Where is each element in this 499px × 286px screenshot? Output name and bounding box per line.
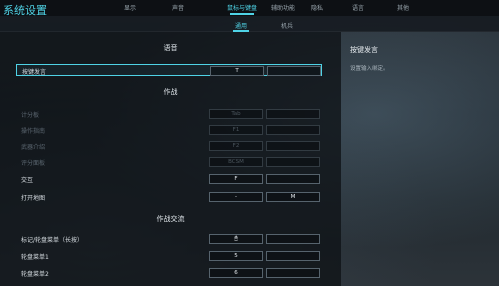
primary-key-button: BCSM [209, 157, 263, 167]
primary-key-button[interactable]: 6 [209, 268, 263, 278]
secondary-key-button [266, 157, 320, 167]
secondary-key-button [266, 125, 320, 135]
primary-key-button[interactable]: T [210, 66, 264, 76]
nav-tab-language[interactable]: 语言 [352, 3, 364, 12]
keybind-row-open-map[interactable]: 打开地图 - M [16, 191, 322, 203]
subtab-mech[interactable]: 机兵 [281, 21, 293, 30]
keybind-row-mark-wheel[interactable]: 标记/轮盘菜单（长按） 🖱 [16, 233, 322, 245]
keybinding-panel: 语音 按键发言 T 作战 计分板 Tab 操作指南 F1 武器介绍 F2 评分面… [0, 32, 341, 286]
top-bar: 系统设置 显示 声音 鼠标与键盘 辅助功能 隐私 语言 其他 [0, 0, 499, 17]
section-title-combat-comm: 作战交流 [156, 215, 185, 223]
subtab-general[interactable]: 通用 [235, 21, 247, 30]
row-label: 按键发言 [22, 69, 47, 76]
nav-tab-accessibility[interactable]: 辅助功能 [271, 3, 295, 12]
row-label: 操作指南 [21, 128, 46, 135]
section-title-voice: 语音 [163, 44, 178, 52]
secondary-key-button[interactable]: M [266, 192, 320, 202]
keybind-row-push-to-talk[interactable]: 按键发言 T [16, 64, 322, 76]
keybind-row-weapon-info: 武器介绍 F2 [16, 140, 322, 152]
secondary-key-button[interactable] [266, 234, 320, 244]
keybind-row-guide: 操作指南 F1 [16, 124, 322, 136]
keybind-row-scoreboard: 计分板 Tab [16, 108, 322, 120]
row-label: 交互 [21, 177, 34, 184]
row-label: 轮盘菜单1 [21, 254, 49, 261]
primary-key-button: F1 [209, 125, 263, 135]
primary-key-button[interactable]: 5 [209, 251, 263, 261]
primary-key-button: Tab [209, 109, 263, 119]
nav-active-indicator [230, 13, 254, 15]
info-title: 按键发言 [350, 46, 378, 54]
keybind-row-interact[interactable]: 交互 F [16, 173, 322, 185]
info-panel: 按键发言 设置输入绑定。 [343, 40, 499, 286]
nav-tab-mouse-keyboard[interactable]: 鼠标与键盘 [227, 3, 257, 12]
secondary-key-button[interactable] [266, 251, 320, 261]
keybind-row-wheel-menu-2[interactable]: 轮盘菜单2 6 [16, 267, 322, 279]
row-label: 打开地图 [21, 195, 46, 202]
secondary-key-button[interactable] [266, 174, 320, 184]
info-description: 设置输入绑定。 [350, 66, 389, 72]
secondary-key-button[interactable] [266, 268, 320, 278]
nav-tab-privacy[interactable]: 隐私 [311, 3, 323, 12]
row-label: 评分面板 [21, 160, 46, 167]
sub-navigation: 通用 机兵 [0, 16, 499, 32]
primary-key-button[interactable]: F [209, 174, 263, 184]
secondary-key-button [266, 109, 320, 119]
primary-key-button: F2 [209, 141, 263, 151]
keybind-row-wheel-menu-1[interactable]: 轮盘菜单1 5 [16, 250, 322, 262]
keybind-row-rating-panel: 评分面板 BCSM [16, 156, 322, 168]
secondary-key-button [266, 141, 320, 151]
primary-key-button[interactable]: - [209, 192, 263, 202]
row-label: 标记/轮盘菜单（长按） [21, 237, 84, 244]
secondary-key-button[interactable] [267, 66, 321, 76]
nav-tab-sound[interactable]: 声音 [172, 3, 184, 12]
row-label: 计分板 [21, 112, 40, 119]
row-label: 武器介绍 [21, 144, 46, 151]
section-title-combat: 作战 [163, 88, 178, 96]
row-label: 轮盘菜单2 [21, 271, 49, 278]
nav-tab-display[interactable]: 显示 [124, 3, 136, 12]
nav-tab-other[interactable]: 其他 [397, 3, 409, 12]
mouse-icon[interactable]: 🖱 [209, 234, 263, 244]
